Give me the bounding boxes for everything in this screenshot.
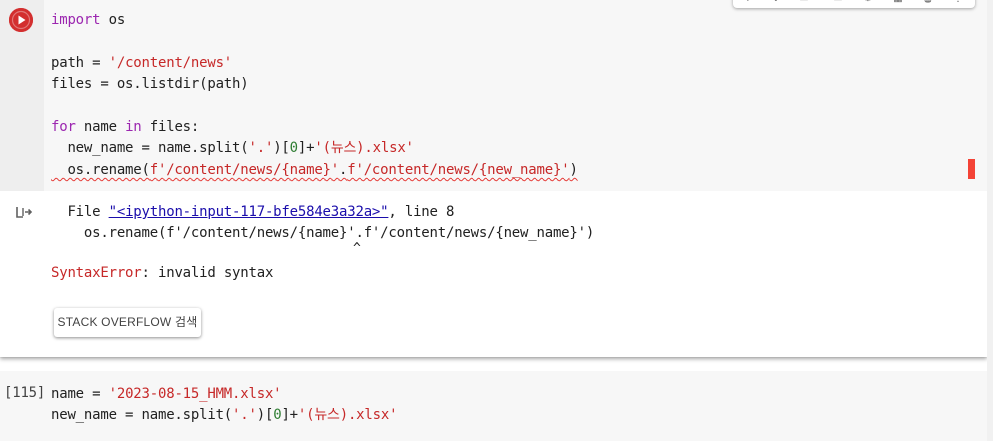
number-literal: 0 [289,140,298,156]
delete-icon[interactable]: 🗑 [921,0,935,4]
settings-icon[interactable]: ⚙ [861,0,875,4]
string-literal: '(뉴스).xlsx' [297,407,398,423]
string-literal: '.' [232,407,257,423]
code-text: ]+ [281,407,298,423]
keyword: in [125,119,142,135]
string-literal: '/content/news' [108,55,233,71]
code-line-1: import os [51,10,125,30]
code-line-8-error: os.rename(f'/content/news/{name}'.f'/con… [51,160,578,180]
code-text: ) [569,162,578,178]
search-stack-overflow-button[interactable]: STACK OVERFLOW 검색 [54,308,201,337]
execution-count: [115] [4,385,46,401]
code-cell[interactable]: [115] name = '2023-08-15_HMM.xlsx' new_n… [0,371,987,441]
code-text: os [100,12,126,28]
string-literal: '2023-08-15_HMM.xlsx' [108,386,282,402]
code-line-4: files = os.listdir(path) [51,74,249,94]
traceback-code-line: os.rename(f'/content/news/{name}'.f'/con… [51,225,595,241]
code-line-7: new_name = name.split('.')[0]+'(뉴스).xlsx… [51,138,414,158]
cell-gutter [0,371,44,441]
string-literal: f'/content/news/{new_name}' [347,162,570,178]
string-literal: '(뉴스).xlsx' [314,140,414,156]
code-text: )[ [256,407,274,423]
scrollbar[interactable] [987,0,993,441]
code-text: new_name = name.split( [51,140,249,156]
string-literal: '.' [248,140,274,156]
code-line-6: for name in files: [51,117,199,137]
code-text: os.rename( [51,162,150,178]
output-text: File [51,204,109,220]
traceback-file-link[interactable]: "<ipython-input-117-bfe584e3a32a>" [109,204,389,220]
keyword: for [51,119,76,135]
more-icon[interactable]: ⋮ [951,0,965,4]
error-message: SyntaxError: invalid syntax [51,263,273,283]
output-text: , line 8 [388,204,455,220]
move-up-icon[interactable]: ↑ [741,0,755,4]
code-text: . [339,162,348,178]
keyword: import [51,12,101,28]
code-text: path = [51,55,109,71]
traceback-file-line: File "<ipython-input-117-bfe584e3a32a>",… [51,202,454,222]
code-text: name = [51,386,109,402]
output-arrow-icon [16,207,33,218]
code-text: new_name = name.split( [51,407,233,423]
code-line-3: path = '/content/news' [51,53,232,73]
run-cell-button[interactable] [9,8,33,32]
code-line-1: name = '2023-08-15_HMM.xlsx' [51,384,282,404]
cell-toolbar: ↑ ↓ ▭ ▭ ⚙ ▦ 🗑 ⋮ [733,0,975,8]
code-text: files = os.listdir(path) [51,76,249,92]
mirror-icon[interactable]: ▦ [891,0,905,4]
code-text: )[ [273,140,290,156]
code-text: name [75,119,126,135]
code-cell-active[interactable]: import os path = '/content/news' files =… [0,0,987,357]
error-line-marker [968,159,975,179]
error-text: : invalid syntax [141,265,274,281]
code-text: ]+ [297,140,315,156]
error-type: SyntaxError [51,265,142,281]
play-icon [9,8,33,32]
code-line-2: new_name = name.split('.')[0]+'(뉴스).xlsx… [51,405,398,425]
string-literal: f'/content/news/{name}' [149,162,340,178]
code-text: files: [141,119,200,135]
output-icon[interactable] [14,205,34,221]
syntax-error-caret: ^ [353,241,361,256]
link-icon[interactable]: ▭ [797,0,811,4]
move-down-icon[interactable]: ↓ [769,0,783,4]
comment-icon[interactable]: ▭ [831,0,845,4]
